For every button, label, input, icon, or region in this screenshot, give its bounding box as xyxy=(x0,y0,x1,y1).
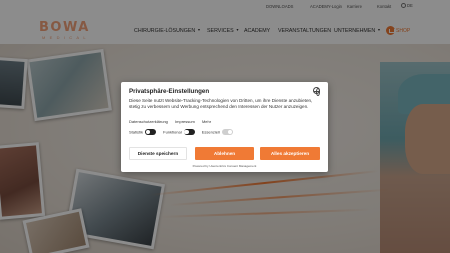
dialog-description: Diese Seite nutzt Website-Tracking-Techn… xyxy=(129,98,313,109)
toggle-switch[interactable] xyxy=(145,129,157,135)
save-services-button[interactable]: Dienste speichern xyxy=(129,147,187,160)
toggle-statistik: Statistik xyxy=(129,129,157,135)
toggle-funktional: Funktional xyxy=(163,129,195,135)
toggle-label: Funktional xyxy=(163,129,182,135)
dialog-title: Privatsphäre-Einstellungen xyxy=(129,88,210,95)
consent-toggles: Statistik Funktional Essenziell xyxy=(129,129,239,135)
link-impressum[interactable]: Impressum xyxy=(175,119,195,124)
dialog-links: Datenschutzerklärung Impressum Mehr xyxy=(129,119,217,124)
link-datenschutzerklaerung[interactable]: Datenschutzerklärung xyxy=(129,119,168,124)
language-globe-icon[interactable] xyxy=(313,87,320,96)
accept-all-button[interactable]: Alles akzeptieren xyxy=(260,147,320,160)
toggle-switch xyxy=(221,129,233,135)
link-mehr[interactable]: Mehr xyxy=(202,119,211,124)
toggle-switch[interactable] xyxy=(183,129,195,135)
privacy-consent-dialog: Privatsphäre-Einstellungen Diese Seite n… xyxy=(121,82,328,172)
deny-button[interactable]: Ablehnen xyxy=(195,147,254,160)
toggle-essenziell: Essenziell xyxy=(202,129,233,135)
powered-by-text: Powered by Usercentrics Consent Manageme… xyxy=(192,164,257,168)
toggle-label: Statistik xyxy=(129,129,144,135)
toggle-label: Essenziell xyxy=(201,129,220,135)
